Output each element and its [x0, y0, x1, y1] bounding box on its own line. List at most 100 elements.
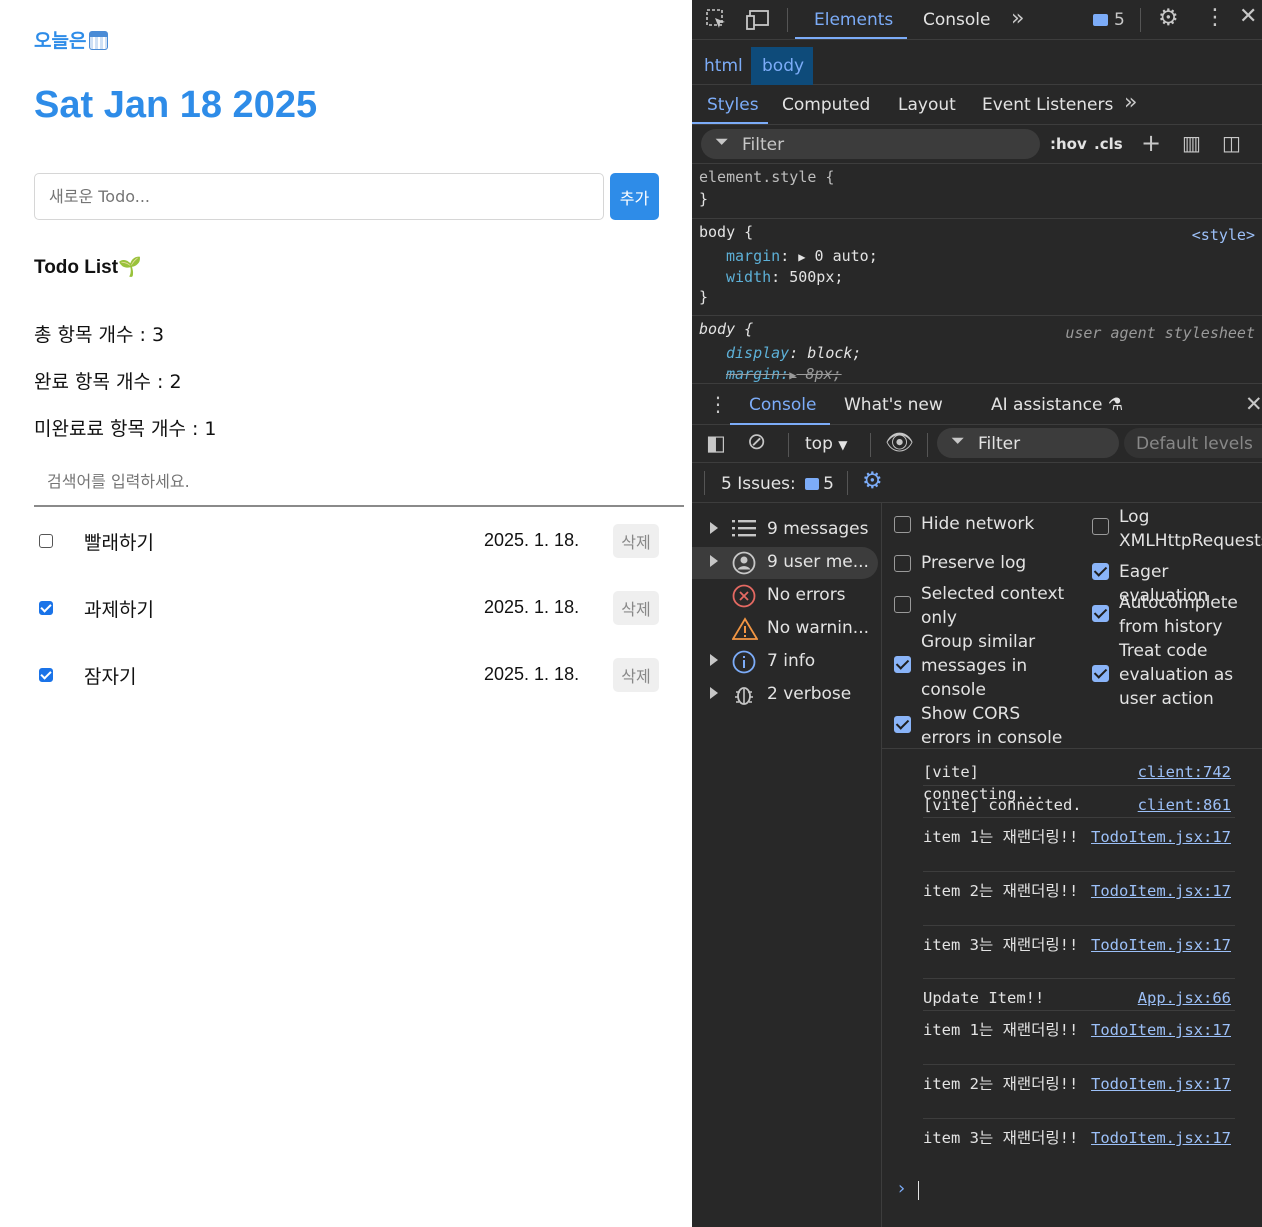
- breadcrumb-html[interactable]: html: [704, 56, 743, 76]
- tab-layout[interactable]: Layout: [898, 95, 956, 115]
- console-source-link[interactable]: TodoItem.jsx:17: [1091, 1019, 1231, 1041]
- todo-item: 과제하기 2025. 1. 18. 삭제: [34, 587, 660, 627]
- console-message: item 2는 재랜더링!! TodoItem.jsx:17: [923, 872, 1235, 926]
- setting-label: Treat code evaluation as user action: [1119, 641, 1234, 709]
- console-source-link[interactable]: client:861: [1138, 794, 1231, 816]
- tab-console[interactable]: Console: [923, 10, 991, 30]
- header-label: 오늘은: [34, 30, 87, 52]
- width-decl[interactable]: width: 500px;: [726, 268, 843, 286]
- filter-icon: ⏷: [951, 431, 965, 451]
- drawer-tab-whats-new[interactable]: What's new: [844, 395, 943, 415]
- console-settings-icon[interactable]: ⚙: [862, 468, 883, 494]
- console-message-text: [vite] connected.: [923, 796, 1082, 814]
- sidebar-item-label: 9 messages: [767, 519, 869, 539]
- total-count: 총 항목 개수 : 3: [34, 324, 165, 346]
- drawer-tab-ai-assistance[interactable]: AI assistance ⚗: [991, 395, 1123, 415]
- styles-filter-input[interactable]: ⏷ Filter: [701, 129, 1040, 159]
- drawer-menu-icon[interactable]: ⋮: [708, 392, 728, 416]
- sidebar-item[interactable]: No errors: [692, 580, 878, 612]
- tab-event-listeners[interactable]: Event Listeners: [982, 95, 1113, 115]
- margin-decl[interactable]: margin: ▶ 0 auto;: [726, 247, 878, 265]
- setting-checkbox[interactable]: [894, 716, 911, 733]
- devtools-toolbar: Elements Console » 5 ⚙ ⋮ ✕: [692, 0, 1262, 40]
- close-drawer-icon[interactable]: ✕: [1245, 392, 1262, 416]
- live-expression-eye-icon[interactable]: 👁: [885, 429, 914, 456]
- setting-checkbox[interactable]: [894, 596, 911, 613]
- setting-checkbox[interactable]: [1092, 518, 1109, 535]
- console-message-text: item 2는 재랜더링!!: [923, 1075, 1079, 1093]
- setting-checkbox[interactable]: [894, 555, 911, 572]
- expand-arrow-icon[interactable]: [710, 654, 718, 666]
- console-source-link[interactable]: App.jsx:66: [1138, 987, 1231, 1009]
- console-filter-input[interactable]: ⏷ Filter: [937, 428, 1119, 458]
- breadcrumb-body[interactable]: body: [762, 56, 804, 76]
- delete-button[interactable]: 삭제: [613, 591, 659, 625]
- inspect-element-icon[interactable]: [705, 8, 729, 32]
- setting-label: Autocomplete from history: [1119, 593, 1238, 637]
- new-todo-input[interactable]: [34, 173, 604, 220]
- setting-checkbox[interactable]: [1092, 563, 1109, 580]
- drawer-tab-console[interactable]: Console: [749, 395, 817, 415]
- setting-checkbox[interactable]: [894, 516, 911, 533]
- todo-content: 잠자기: [84, 666, 137, 688]
- sidebar-item[interactable]: No warnin...: [692, 613, 878, 645]
- paint-roller-icon[interactable]: ▥: [1182, 131, 1201, 155]
- console-input[interactable]: [918, 1181, 919, 1200]
- sidebar-item-label: No warnin...: [767, 618, 870, 638]
- sidebar-toggle-icon[interactable]: ◫: [1222, 131, 1241, 155]
- style-source-link[interactable]: <style>: [1192, 226, 1255, 244]
- show-sidebar-icon[interactable]: ◧: [706, 431, 726, 455]
- sidebar-item[interactable]: 2 verbose: [692, 679, 878, 711]
- kebab-menu-icon[interactable]: ⋮: [1204, 5, 1226, 30]
- header: 오늘은: [34, 26, 109, 53]
- warning-icon: [731, 617, 759, 646]
- delete-button[interactable]: 삭제: [613, 524, 659, 558]
- console-message-text: item 1는 재랜더링!!: [923, 828, 1079, 846]
- delete-button[interactable]: 삭제: [613, 658, 659, 692]
- tab-computed[interactable]: Computed: [782, 95, 870, 115]
- tab-styles[interactable]: Styles: [707, 95, 759, 115]
- hov-toggle[interactable]: :hov: [1050, 135, 1087, 153]
- close-devtools-icon[interactable]: ✕: [1239, 4, 1257, 29]
- more-tabs-icon[interactable]: »: [1011, 6, 1024, 31]
- todo-item: 잠자기 2025. 1. 18. 삭제: [34, 654, 660, 694]
- setting-checkbox[interactable]: [1092, 665, 1109, 682]
- new-rule-icon[interactable]: +: [1141, 129, 1161, 157]
- sidebar-item[interactable]: 9 user me...: [692, 547, 878, 579]
- rule-close: }: [699, 288, 709, 306]
- log-levels-select[interactable]: Default levels: [1124, 428, 1262, 458]
- console-source-link[interactable]: TodoItem.jsx:17: [1091, 880, 1231, 902]
- tab-elements[interactable]: Elements: [814, 10, 893, 30]
- settings-gear-icon[interactable]: ⚙: [1158, 5, 1179, 31]
- console-source-link[interactable]: TodoItem.jsx:17: [1091, 1073, 1231, 1095]
- user-icon: [732, 551, 756, 580]
- setting-label: Log XMLHttpRequests: [1119, 507, 1262, 551]
- expand-arrow-icon[interactable]: [710, 687, 718, 699]
- sidebar-item[interactable]: 7 info: [692, 646, 878, 678]
- cls-toggle[interactable]: .cls: [1094, 135, 1123, 153]
- todo-checkbox[interactable]: [39, 534, 53, 548]
- console-source-link[interactable]: TodoItem.jsx:17: [1091, 826, 1231, 848]
- console-source-link[interactable]: TodoItem.jsx:17: [1091, 934, 1231, 956]
- console-message-text: Update Item!!: [923, 989, 1045, 1007]
- device-toolbar-icon[interactable]: [746, 8, 772, 32]
- expand-arrow-icon[interactable]: [710, 555, 718, 567]
- console-source-link[interactable]: client:742: [1138, 761, 1231, 783]
- add-button[interactable]: 추가: [610, 173, 659, 220]
- clear-console-icon[interactable]: ⊘: [747, 429, 766, 455]
- console-message: item 1는 재랜더링!! TodoItem.jsx:17: [923, 818, 1235, 872]
- search-input[interactable]: [34, 458, 684, 507]
- expand-arrow-icon[interactable]: [710, 522, 718, 534]
- sidebar-item-label: 7 info: [767, 651, 816, 671]
- setting-checkbox[interactable]: [1092, 605, 1109, 622]
- sidebar-item[interactable]: 9 messages: [692, 514, 878, 546]
- sidebar-item-label: No errors: [767, 585, 846, 605]
- issues-badge[interactable]: 5: [1093, 10, 1125, 30]
- setting-checkbox[interactable]: [894, 656, 911, 673]
- todo-checkbox[interactable]: [39, 668, 53, 682]
- console-source-link[interactable]: TodoItem.jsx:17: [1091, 1127, 1231, 1149]
- more-style-tabs-icon[interactable]: »: [1124, 90, 1137, 115]
- issues-link[interactable]: 5 Issues: 5: [721, 474, 834, 494]
- context-select[interactable]: top ▼: [805, 434, 848, 454]
- todo-checkbox[interactable]: [39, 601, 53, 615]
